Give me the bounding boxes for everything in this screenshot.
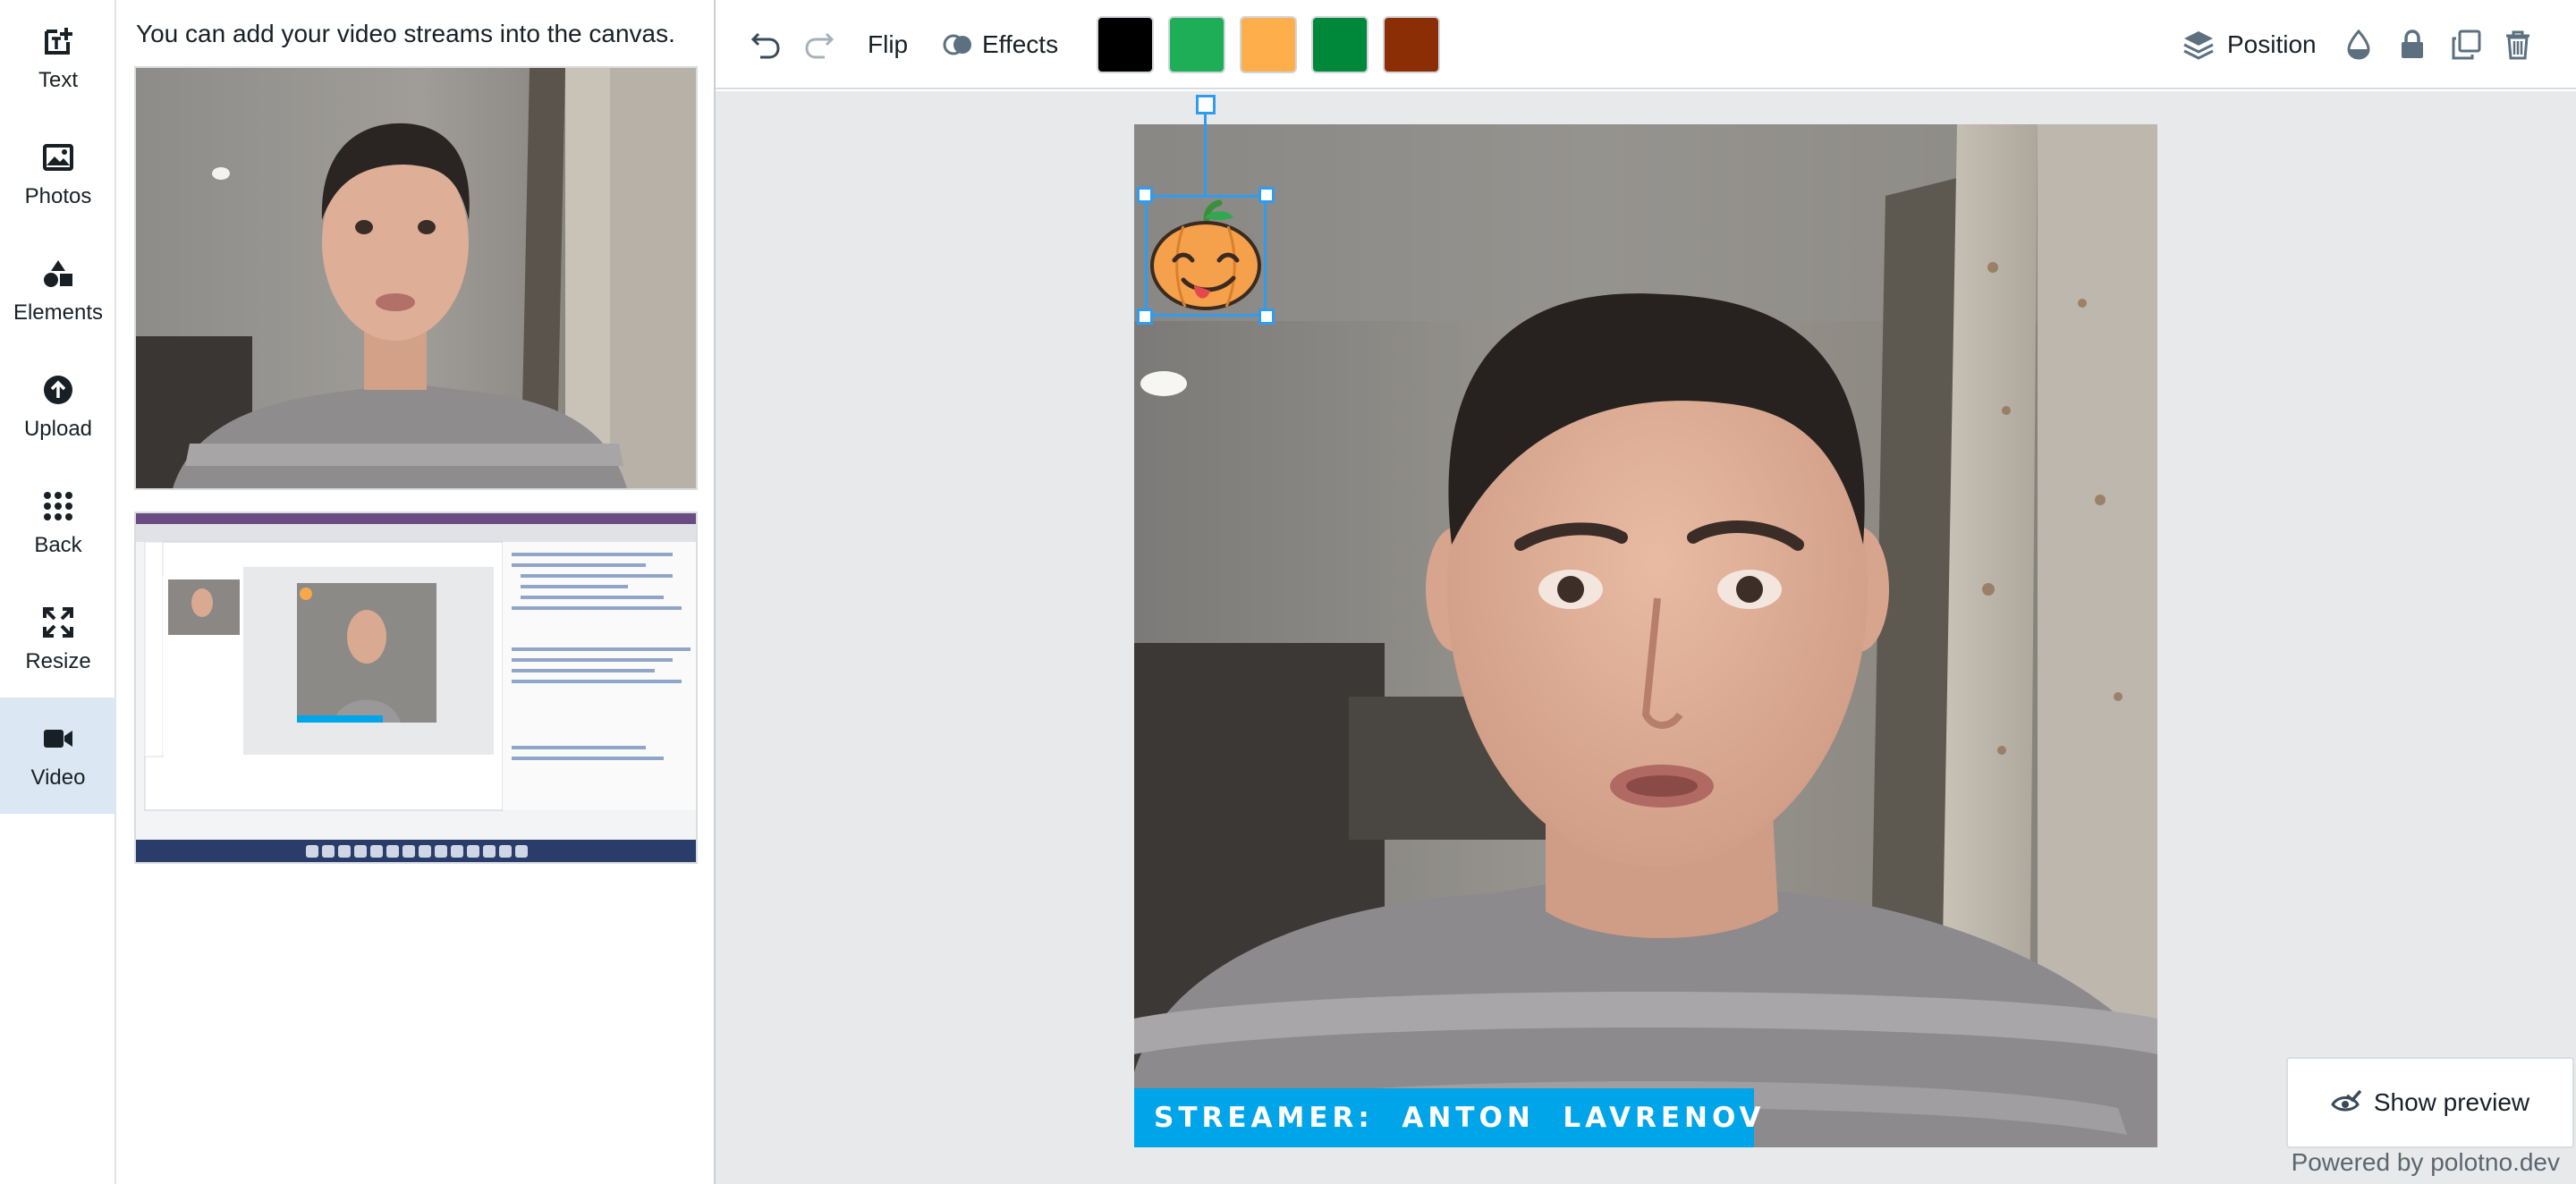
webcam-video-stream[interactable] — [1134, 124, 2157, 1147]
trash-icon — [2506, 30, 2529, 60]
lock-icon — [2402, 30, 2423, 58]
screen-share-preview-image — [136, 513, 696, 862]
transparency-button[interactable] — [2345, 16, 2372, 73]
effects-label: Effects — [982, 30, 1059, 58]
stream-thumbnail-screen[interactable] — [134, 512, 698, 864]
rotate-handle[interactable] — [1196, 95, 1216, 114]
duplicate-icon — [2452, 30, 2481, 60]
tab-label: Back — [34, 533, 82, 557]
color-swatch-1[interactable] — [1097, 16, 1154, 73]
resize-handle-bottom-right[interactable] — [1258, 309, 1275, 325]
color-swatch-4[interactable] — [1311, 16, 1368, 73]
video-panel: You can add your video streams into the … — [116, 0, 716, 1184]
layers-icon — [2183, 31, 2214, 60]
streamer-name-label[interactable]: STREAMER: ANTON LAVRENOV — [1134, 1088, 1761, 1147]
show-preview-label: Show preview — [2373, 1088, 2530, 1116]
resize-handle-top-right[interactable] — [1258, 187, 1275, 203]
effects-button[interactable]: Effects — [943, 16, 1058, 73]
effects-icon — [943, 34, 971, 55]
grid-dots-icon — [40, 488, 76, 524]
tab-label: Text — [38, 68, 78, 92]
flip-button[interactable]: Flip — [868, 16, 908, 73]
tab-text[interactable]: Text — [0, 0, 116, 116]
tab-label: Elements — [13, 300, 104, 325]
panel-hint: You can add your video streams into the … — [136, 20, 675, 47]
redo-icon — [805, 32, 835, 59]
resize-handle-bottom-left[interactable] — [1137, 309, 1153, 325]
resize-icon — [40, 605, 76, 640]
opacity-drop-icon — [2347, 30, 2370, 60]
position-label: Position — [2227, 30, 2317, 58]
side-tabs: Text Photos Elements Upload Back Resize — [0, 0, 116, 1184]
upload-icon — [40, 372, 76, 408]
color-swatch-3[interactable] — [1240, 16, 1297, 73]
shapes-icon — [40, 256, 76, 292]
tab-elements[interactable]: Elements — [0, 233, 116, 349]
workspace: STREAMER: ANTON LAVRENOV Show preview Po… — [716, 91, 2576, 1184]
video-camera-icon — [40, 721, 76, 757]
duplicate-button[interactable] — [2451, 16, 2481, 73]
eye-check-icon — [2331, 1090, 2361, 1115]
color-swatch-5[interactable] — [1383, 16, 1440, 73]
tab-video[interactable]: Video — [0, 698, 116, 814]
tab-upload[interactable]: Upload — [0, 349, 116, 465]
design-canvas[interactable]: STREAMER: ANTON LAVRENOV — [1134, 124, 2157, 1147]
tab-label: Resize — [25, 649, 91, 673]
show-preview-button[interactable]: Show preview — [2286, 1057, 2574, 1148]
undo-icon — [750, 32, 780, 59]
stream-thumbnail-webcam[interactable] — [134, 66, 698, 490]
undo-button[interactable] — [750, 16, 782, 73]
delete-button[interactable] — [2504, 16, 2531, 73]
tab-resize[interactable]: Resize — [0, 581, 116, 698]
text-add-icon — [40, 23, 76, 59]
color-swatch-2[interactable] — [1168, 16, 1225, 73]
webcam-preview-image — [136, 68, 696, 488]
redo-button[interactable] — [803, 16, 835, 73]
tab-label: Photos — [24, 184, 92, 208]
position-button[interactable]: Position — [2182, 16, 2317, 73]
streamer-name-text: STREAMER: ANTON LAVRENOV — [1154, 1102, 1766, 1134]
resize-handle-top-left[interactable] — [1137, 187, 1153, 203]
photo-icon — [40, 140, 76, 175]
selection-box — [1145, 195, 1267, 317]
tab-label: Video — [30, 765, 86, 790]
tab-back[interactable]: Back — [0, 465, 116, 581]
tab-photos[interactable]: Photos — [0, 116, 116, 233]
powered-by-credit[interactable]: Powered by polotno.dev — [2292, 1148, 2560, 1177]
lock-button[interactable] — [2399, 16, 2426, 73]
top-toolbar: Flip Effects Position — [716, 0, 2576, 89]
rotation-line — [1204, 104, 1207, 195]
tab-label: Upload — [23, 417, 93, 441]
